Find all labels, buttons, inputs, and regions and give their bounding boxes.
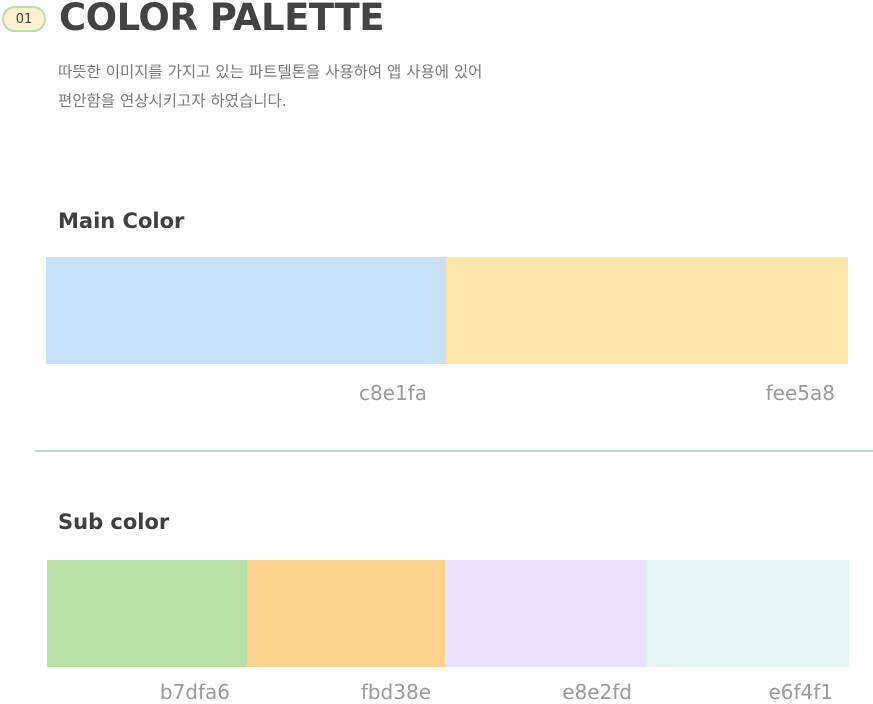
sub-color-swatch-2 — [247, 560, 445, 667]
sub-color-heading: Sub color — [58, 510, 170, 534]
sub-color-swatch-4 — [646, 560, 849, 667]
sub-color-hex-3: e8e2fd — [562, 680, 632, 704]
main-color-heading: Main Color — [58, 209, 185, 233]
page-title: COLOR PALETTE — [59, 0, 385, 39]
main-color-hex-2: fee5a8 — [765, 381, 835, 405]
sub-color-hex-4: e6f4f1 — [768, 680, 833, 704]
main-color-swatch-1 — [46, 257, 446, 364]
main-color-hex-1: c8e1fa — [358, 381, 427, 405]
sub-color-hex-1: b7dfa6 — [159, 680, 230, 704]
palette-description: 따뜻한 이미지를 가지고 있는 파트텔톤을 사용하여 앱 사용에 있어 편안함을… — [58, 58, 482, 116]
main-color-swatch-2 — [446, 257, 848, 364]
description-line-1: 따뜻한 이미지를 가지고 있는 파트텔톤을 사용하여 앱 사용에 있어 — [58, 63, 483, 81]
sub-color-swatch-1 — [47, 560, 247, 667]
sub-color-swatch-3 — [445, 560, 646, 667]
section-number-badge: 01 — [2, 6, 46, 32]
description-line-2: 편안함을 연상시키고자 하였습니다. — [58, 92, 287, 110]
sub-color-hex-2: fbd38e — [360, 680, 431, 704]
section-divider — [35, 450, 873, 452]
